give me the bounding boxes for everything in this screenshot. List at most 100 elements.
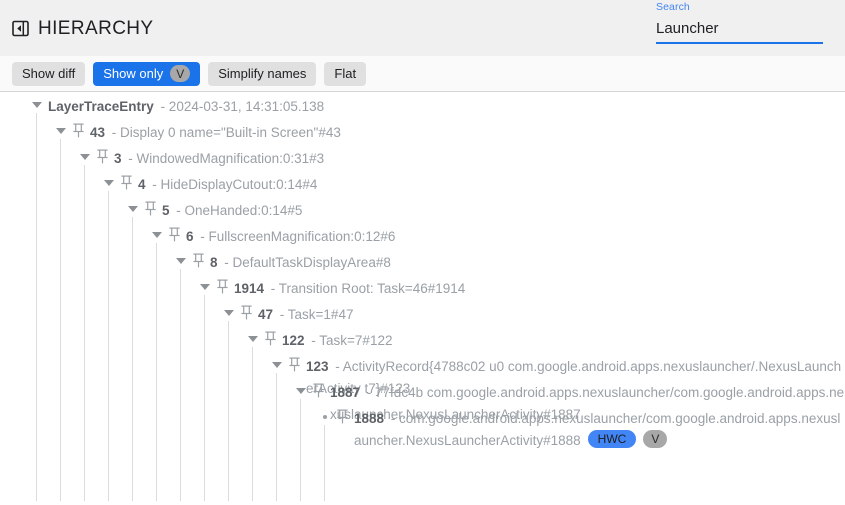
tree-node-text: - DefaultTaskDisplayArea#8 [221,255,391,270]
tree-row-content: 5 - OneHanded:0:14#5 [126,197,302,222]
flat-button[interactable]: Flat [324,62,366,86]
hierarchy-viewer-app: HIERARCHY Search Show diff Show only V S… [0,0,845,505]
tree-row[interactable]: LayerTraceEntry - 2024-03-31, 14:31:05.1… [0,93,845,119]
tree-node-text: - 2024-03-31, 14:31:05.138 [157,99,324,114]
tree-row[interactable]: 47 - Task=1#47 [0,301,845,327]
pin-icon[interactable] [264,331,277,346]
tree-row[interactable]: 1887 - 77fdc4b com.google.android.apps.n… [0,379,845,405]
tree-row-content: 122 - Task=7#122 [246,327,392,352]
tree-node-label: 5 - OneHanded:0:14#5 [162,200,302,222]
pin-icon[interactable] [168,227,181,242]
caret-shape [104,180,114,186]
caret-down-icon[interactable] [102,174,116,192]
caret-shape [224,310,234,316]
caret-down-icon[interactable] [126,200,140,218]
caret-down-icon[interactable] [246,330,260,348]
pin-icon[interactable] [120,175,133,190]
show-only-label: Show only [103,67,163,80]
bullet-dot [323,415,327,419]
tree-row-content: 8 - DefaultTaskDisplayArea#8 [174,249,391,274]
tree-node-id: 8 [210,255,218,270]
tree-row[interactable]: 6 - FullscreenMagnification:0:12#6 [0,223,845,249]
tree-node-text: - Task=1#47 [276,307,353,322]
tree-node-id: 1888 [354,411,384,426]
caret-shape [272,362,282,368]
caret-shape [200,284,210,290]
caret-down-icon[interactable] [270,356,284,374]
tree-row[interactable]: 3 - WindowedMagnification:0:31#3 [0,145,845,171]
tree-row[interactable]: 43 - Display 0 name="Built-in Screen"#43 [0,119,845,145]
tree-node-id: 43 [90,125,105,140]
tree-row-content: 6 - FullscreenMagnification:0:12#6 [150,223,395,248]
caret-shape [128,206,138,212]
pin-icon[interactable] [96,149,109,164]
bullet-icon[interactable] [318,408,332,426]
tree-row[interactable]: 8 - DefaultTaskDisplayArea#8 [0,249,845,275]
collapse-panel-icon[interactable] [12,20,29,37]
search-label: Search [656,2,835,13]
tree-row[interactable]: 123 - ActivityRecord{4788c02 u0 com.goog… [0,353,845,379]
tree-row-content: 4 - HideDisplayCutout:0:14#4 [102,171,317,196]
caret-shape [152,232,162,238]
caret-shape [248,336,258,342]
flag-badge-v[interactable]: V [643,430,667,448]
pin-icon[interactable] [288,357,301,372]
caret-down-icon[interactable] [198,278,212,296]
app-header: HIERARCHY Search [0,0,845,56]
tree-node-id: 3 [114,151,122,166]
caret-down-icon[interactable] [222,304,236,322]
pin-icon[interactable] [144,201,157,216]
tree-node-label: 1888 - com.google.android.apps.nexuslaun… [354,408,845,452]
tree-node-text: - OneHanded:0:14#5 [173,203,303,218]
tree-node-label: 4 - HideDisplayCutout:0:14#4 [138,174,317,196]
tree-node-id: 5 [162,203,170,218]
pin-icon[interactable] [72,123,85,138]
tree-node-text: - Transition Root: Task=46#1914 [267,281,465,296]
tree-node-text: - FullscreenMagnification:0:12#6 [197,229,396,244]
show-only-badge[interactable]: V [170,65,190,82]
hierarchy-tree[interactable]: LayerTraceEntry - 2024-03-31, 14:31:05.1… [0,92,845,505]
caret-shape [32,102,42,108]
caret-down-icon[interactable] [174,252,188,270]
caret-down-icon[interactable] [78,148,92,166]
caret-down-icon[interactable] [294,382,308,400]
pin-icon[interactable] [336,409,349,424]
pin-icon[interactable] [192,253,205,268]
search-input-wrap [656,18,835,44]
tree-node-label: 6 - FullscreenMagnification:0:12#6 [186,226,395,248]
tree-node-id: 4 [138,177,146,192]
caret-down-icon[interactable] [54,122,68,140]
title-group: HIERARCHY [12,19,154,38]
pin-icon[interactable] [216,279,229,294]
tree-row-content: 1914 - Transition Root: Task=46#1914 [198,275,465,300]
tree-row[interactable]: 1888 - com.google.android.apps.nexuslaun… [0,405,845,431]
caret-down-icon[interactable] [150,226,164,244]
simplify-names-label: Simplify names [218,67,306,80]
tree-node-id: 123 [306,359,329,374]
caret-down-icon[interactable] [30,96,44,114]
show-diff-button[interactable]: Show diff [12,62,85,86]
tree-node-label: 122 - Task=7#122 [282,330,392,352]
show-only-button[interactable]: Show only V [93,62,200,86]
tree-node-text: - Display 0 name="Built-in Screen"#43 [108,125,341,140]
tree-row-content: 43 - Display 0 name="Built-in Screen"#43 [54,119,341,144]
flat-label: Flat [334,67,356,80]
caret-shape [296,388,306,394]
tree-node-label: 43 - Display 0 name="Built-in Screen"#43 [90,122,341,144]
search-input[interactable] [656,18,835,40]
filter-toolbar: Show diff Show only V Simplify names Fla… [0,56,845,92]
pin-icon[interactable] [240,305,253,320]
pin-icon[interactable] [312,383,325,398]
flag-badge-hwc[interactable]: HWC [588,430,637,448]
tree-row[interactable]: 1914 - Transition Root: Task=46#1914 [0,275,845,301]
tree-row-content: LayerTraceEntry - 2024-03-31, 14:31:05.1… [30,93,324,118]
search-underline [656,42,823,44]
simplify-names-button[interactable]: Simplify names [208,62,316,86]
tree-row[interactable]: 4 - HideDisplayCutout:0:14#4 [0,171,845,197]
tree-row[interactable]: 5 - OneHanded:0:14#5 [0,197,845,223]
caret-shape [56,128,66,134]
tree-node-label: 1914 - Transition Root: Task=46#1914 [234,278,465,300]
tree-node-id: 122 [282,333,305,348]
tree-node-id: 6 [186,229,194,244]
tree-row[interactable]: 122 - Task=7#122 [0,327,845,353]
